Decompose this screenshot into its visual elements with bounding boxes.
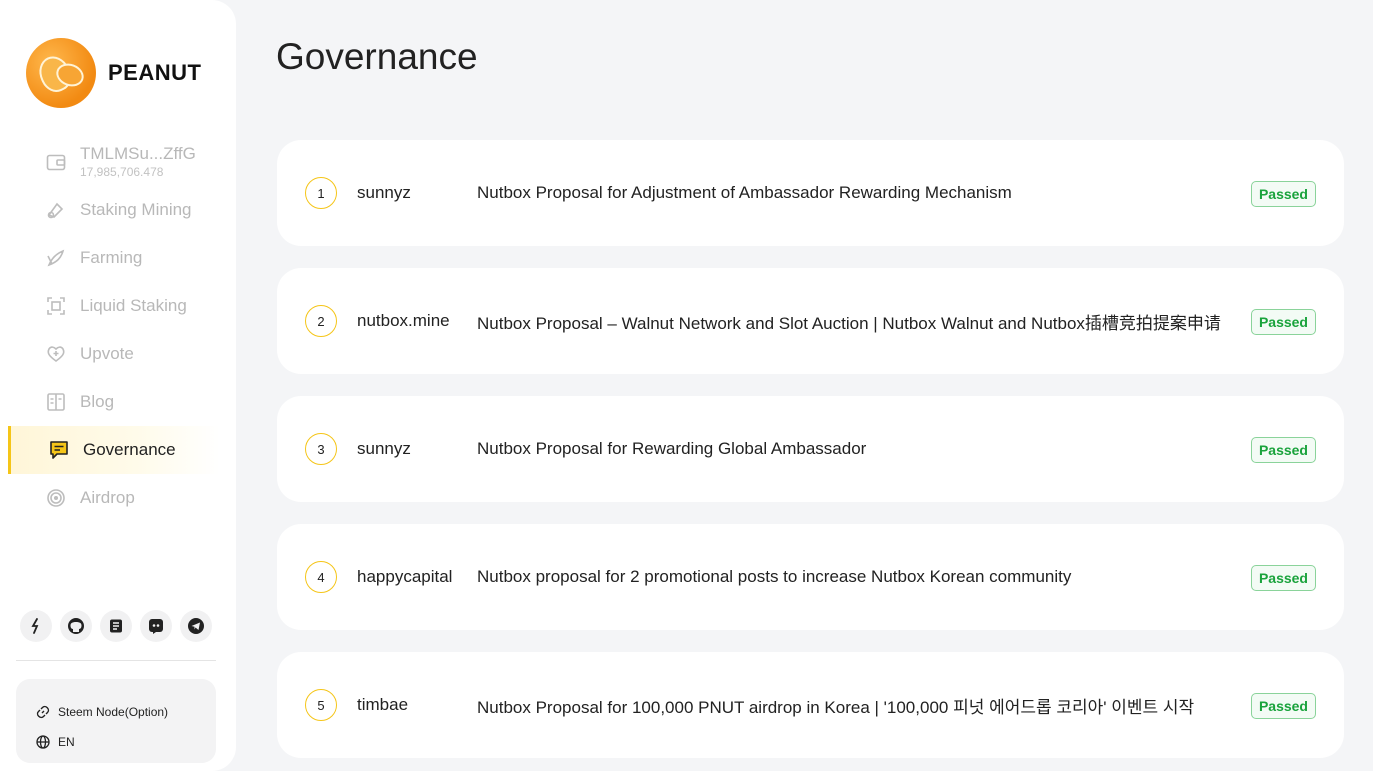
logo[interactable]: PEANUT bbox=[26, 38, 201, 108]
sidebar-item-airdrop[interactable]: Airdrop bbox=[0, 474, 220, 522]
steem-node-option[interactable]: Steem Node(Option) bbox=[36, 697, 216, 727]
farming-icon bbox=[46, 248, 66, 268]
telegram-icon[interactable] bbox=[180, 610, 212, 642]
sidebar-item-label: Upvote bbox=[80, 344, 134, 363]
proposal-card[interactable]: 5 timbae Nutbox Proposal for 100,000 PNU… bbox=[277, 652, 1344, 758]
proposal-author: nutbox.mine bbox=[357, 311, 450, 330]
blog-icon bbox=[46, 392, 66, 412]
settings-panel: Steem Node(Option) EN bbox=[16, 679, 216, 763]
steem-icon[interactable] bbox=[20, 610, 52, 642]
sidebar-item-farming[interactable]: Farming bbox=[0, 234, 220, 282]
proposal-title: Nutbox Proposal for 100,000 PNUT airdrop… bbox=[477, 697, 1195, 717]
sidebar-item-governance[interactable]: Governance bbox=[8, 426, 220, 474]
sidebar: PEANUT TMLMSu...ZffG 17,985,706.478 Stak… bbox=[0, 0, 236, 771]
status-badge: Passed bbox=[1250, 693, 1316, 719]
sidebar-item-label: Governance bbox=[83, 440, 176, 459]
peanut-logo-icon bbox=[26, 38, 96, 108]
social-links bbox=[20, 610, 212, 642]
proposal-list: 1 sunnyz Nutbox Proposal for Adjustment … bbox=[277, 140, 1344, 771]
wallet-balance: 17,985,706.478 bbox=[80, 165, 164, 179]
proposal-number: 3 bbox=[305, 433, 337, 465]
discord-icon[interactable] bbox=[140, 610, 172, 642]
proposal-author: sunnyz bbox=[357, 439, 411, 458]
liquid-staking-icon bbox=[46, 296, 66, 316]
wallet-account[interactable]: TMLMSu...ZffG 17,985,706.478 bbox=[0, 138, 220, 186]
language-selector[interactable]: EN bbox=[36, 727, 216, 757]
sidebar-item-staking-mining[interactable]: Staking Mining bbox=[0, 186, 220, 234]
sidebar-item-liquid-staking[interactable]: Liquid Staking bbox=[0, 282, 220, 330]
proposal-number: 2 bbox=[305, 305, 337, 337]
proposal-author: happycapital bbox=[357, 567, 453, 586]
airdrop-icon bbox=[46, 488, 66, 508]
brand-name: PEANUT bbox=[108, 60, 202, 85]
globe-icon bbox=[36, 734, 52, 750]
governance-icon bbox=[49, 440, 69, 460]
upvote-icon bbox=[46, 344, 66, 364]
sidebar-item-upvote[interactable]: Upvote bbox=[0, 330, 220, 378]
proposal-number: 1 bbox=[305, 177, 337, 209]
medium-icon[interactable] bbox=[100, 610, 132, 642]
staking-icon bbox=[46, 200, 66, 220]
proposal-card[interactable]: 4 happycapital Nutbox proposal for 2 pro… bbox=[277, 524, 1344, 630]
page-title: Governance bbox=[276, 36, 478, 77]
proposal-card[interactable]: 1 sunnyz Nutbox Proposal for Adjustment … bbox=[277, 140, 1344, 246]
sidebar-item-label: Farming bbox=[80, 248, 143, 267]
status-badge: Passed bbox=[1250, 309, 1316, 335]
status-badge: Passed bbox=[1250, 565, 1316, 591]
language-label: EN bbox=[58, 735, 75, 749]
sidebar-item-label: Liquid Staking bbox=[80, 296, 187, 315]
wallet-icon bbox=[46, 152, 66, 172]
sidebar-item-label: Staking Mining bbox=[80, 200, 192, 219]
link-icon bbox=[36, 704, 52, 720]
sidebar-nav: TMLMSu...ZffG 17,985,706.478 Staking Min… bbox=[0, 138, 236, 522]
wallet-address: TMLMSu...ZffG bbox=[80, 144, 196, 163]
proposal-card[interactable]: 2 nutbox.mine Nutbox Proposal – Walnut N… bbox=[277, 268, 1344, 374]
proposal-number: 4 bbox=[305, 561, 337, 593]
proposal-author: sunnyz bbox=[357, 183, 411, 202]
status-badge: Passed bbox=[1250, 437, 1316, 463]
sidebar-item-label: Blog bbox=[80, 392, 115, 411]
proposal-title: Nutbox Proposal – Walnut Network and Slo… bbox=[477, 313, 1221, 333]
status-badge: Passed bbox=[1250, 181, 1316, 207]
proposal-author: timbae bbox=[357, 695, 409, 714]
proposal-card[interactable]: 3 sunnyz Nutbox Proposal for Rewarding G… bbox=[277, 396, 1344, 502]
proposal-title: Nutbox proposal for 2 promotional posts … bbox=[477, 567, 1072, 586]
sidebar-item-blog[interactable]: Blog bbox=[0, 378, 220, 426]
sidebar-item-label: Airdrop bbox=[80, 488, 135, 507]
github-icon[interactable] bbox=[60, 610, 92, 642]
steem-node-label: Steem Node(Option) bbox=[58, 705, 169, 719]
proposal-title: Nutbox Proposal for Rewarding Global Amb… bbox=[477, 439, 867, 458]
proposal-number: 5 bbox=[305, 689, 337, 721]
proposal-title: Nutbox Proposal for Adjustment of Ambass… bbox=[477, 183, 1012, 202]
divider bbox=[16, 660, 216, 661]
